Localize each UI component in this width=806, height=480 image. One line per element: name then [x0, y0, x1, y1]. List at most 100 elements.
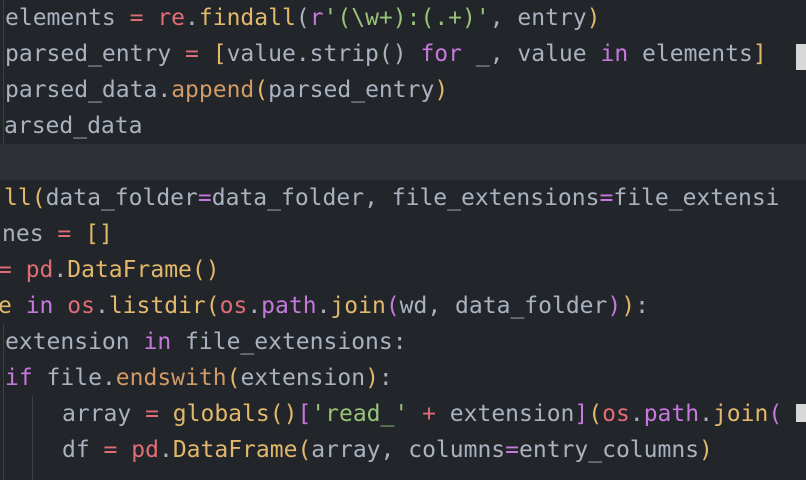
- code-token: (: [768, 401, 783, 427]
- code-token: elements: [628, 41, 753, 67]
- code-token: elements: [5, 5, 130, 31]
- code-token: path: [261, 293, 317, 319]
- code-token: _, value: [462, 41, 601, 67]
- code-token: (: [295, 5, 310, 31]
- indent-guide: [3, 324, 4, 480]
- code-token: , entry: [489, 5, 587, 31]
- code-token: DataFrame: [172, 437, 298, 463]
- code-token: ): [365, 365, 379, 391]
- code-token: re: [157, 5, 186, 31]
- code-token: pd: [25, 257, 54, 283]
- code-token: .: [53, 257, 68, 283]
- scrollbar-marker[interactable]: [796, 44, 806, 70]
- code-token: '(\w+):(.+)': [323, 5, 490, 31]
- code-token: (: [254, 77, 269, 103]
- code-token: 'read_': [311, 401, 409, 427]
- code-token: ): [621, 293, 636, 319]
- code-line[interactable]: elements = re.findall(r'(\w+):(.+)', ent…: [5, 0, 601, 36]
- code-token: join: [330, 293, 386, 319]
- code-line[interactable]: arsed_data: [4, 108, 142, 144]
- code-token: e: [0, 293, 26, 319]
- code-line[interactable]: = pd.DataFrame(): [0, 252, 220, 288]
- code-token: array, columns: [311, 437, 506, 463]
- code-token: (: [588, 401, 603, 427]
- code-token: os: [602, 401, 630, 427]
- code-token: df: [62, 437, 104, 463]
- code-token: (: [297, 437, 312, 463]
- code-token: ): [586, 5, 601, 31]
- code-token: .: [157, 77, 172, 103]
- code-line[interactable]: extension in file_extensions:: [5, 324, 407, 360]
- code-token: (: [226, 365, 241, 391]
- code-token: =: [197, 185, 212, 211]
- code-token: join: [712, 401, 769, 427]
- code-token: value.strip(): [226, 41, 421, 67]
- code-line[interactable]: parsed_entry = [value.strip() for _, val…: [5, 36, 767, 72]
- code-token: findall: [198, 5, 296, 31]
- code-token: ]: [752, 41, 767, 67]
- code-token: extension: [449, 401, 575, 427]
- code-token: entry_columns: [519, 437, 700, 463]
- code-token: .: [158, 437, 173, 463]
- code-token: =: [57, 221, 86, 247]
- code-token: (: [31, 185, 46, 211]
- scrollbar-marker[interactable]: [796, 404, 806, 422]
- code-token: path: [643, 401, 700, 427]
- code-token: extension: [5, 329, 144, 355]
- code-token: .: [699, 401, 713, 427]
- code-token: file_extensions:: [185, 329, 407, 355]
- code-token: parsed_entry: [5, 41, 186, 67]
- code-token: for: [420, 41, 462, 67]
- code-token: =: [599, 185, 614, 211]
- indent-guide: [32, 396, 33, 480]
- code-token: append: [171, 77, 255, 103]
- code-token: [: [212, 41, 227, 67]
- code-token: .: [316, 293, 331, 319]
- code-token: ): [434, 77, 449, 103]
- code-token: []: [85, 221, 113, 247]
- code-token: .: [101, 365, 116, 391]
- code-token: :: [635, 293, 649, 319]
- code-token: in: [600, 41, 629, 67]
- code-token: :: [378, 365, 393, 391]
- code-token: .: [247, 293, 262, 319]
- code-token: parsed_data: [5, 77, 158, 103]
- code-line[interactable]: ll(data_folder=data_folder, file_extensi…: [4, 180, 780, 216]
- code-token: if: [5, 365, 47, 391]
- code-token: parsed_entry: [268, 77, 435, 103]
- code-token: data_folder, file_extensions: [211, 185, 600, 211]
- code-token: array: [62, 401, 146, 427]
- code-token: =: [129, 5, 158, 31]
- code-token: nes: [2, 221, 58, 247]
- code-token: r: [309, 5, 324, 31]
- code-token: (): [269, 401, 298, 427]
- code-token: =: [505, 437, 520, 463]
- code-line[interactable]: df = pd.DataFrame(array, columns=entry_c…: [62, 432, 713, 468]
- code-line[interactable]: e in os.listdir(os.path.join(wd, data_fo…: [0, 288, 649, 324]
- code-token: .: [629, 401, 644, 427]
- code-token: =: [0, 257, 26, 283]
- code-token: =: [145, 401, 173, 427]
- code-line[interactable]: parsed_data.append(parsed_entry): [5, 72, 448, 108]
- code-line[interactable]: if file.endswith(extension):: [5, 360, 393, 396]
- code-token: listdir: [108, 293, 206, 319]
- code-line[interactable]: array = globals()['read_' + extension](o…: [62, 396, 782, 432]
- code-token: extension: [240, 365, 366, 391]
- current-line-highlight: [0, 144, 806, 180]
- code-token: in: [143, 329, 186, 355]
- code-editor[interactable]: elements = re.findall(r'(\w+):(.+)', ent…: [0, 0, 806, 480]
- code-token: (): [191, 257, 220, 283]
- code-token: ): [699, 437, 713, 463]
- code-token: in: [25, 293, 68, 319]
- code-token: .: [94, 293, 109, 319]
- code-token: arsed_data: [4, 113, 143, 139]
- code-token: endswith: [115, 365, 227, 391]
- code-line[interactable]: nes = []: [2, 216, 113, 252]
- code-token: ): [607, 293, 622, 319]
- code-token: =: [185, 41, 213, 67]
- code-token: os: [67, 293, 95, 319]
- code-token: globals: [172, 401, 270, 427]
- code-token: (: [385, 293, 400, 319]
- code-token: wd, data_folder: [399, 293, 608, 319]
- code-token: ]: [574, 401, 589, 427]
